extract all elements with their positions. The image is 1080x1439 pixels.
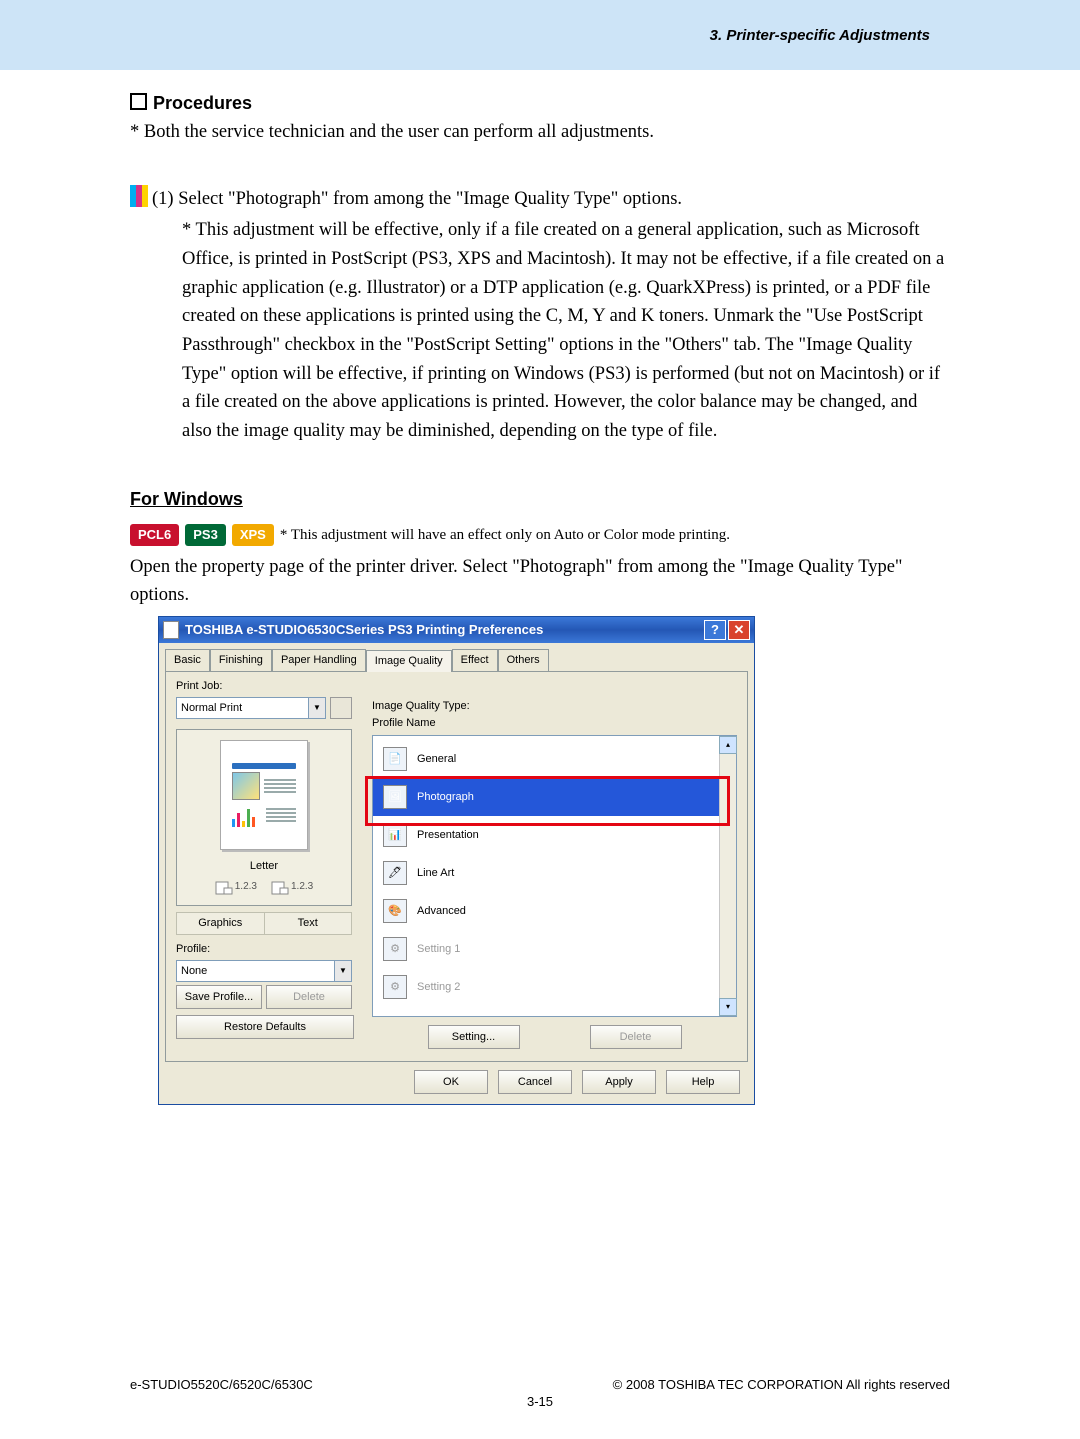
preview-document-icon (220, 740, 308, 850)
badge-pcl6: PCL6 (130, 524, 179, 546)
line-art-icon: 🖊 (383, 861, 407, 885)
scroll-down-icon[interactable]: ▾ (719, 998, 737, 1016)
dialog-titlebar: TOSHIBA e-STUDIO6530CSeries PS3 Printing… (159, 617, 754, 643)
step-1-note: * This adjustment will be effective, onl… (182, 216, 950, 445)
iq-item-presentation[interactable]: 📊Presentation (373, 816, 719, 854)
presentation-icon: 📊 (383, 823, 407, 847)
footer: e-STUDIO5520C/6520C/6530C © 2008 TOSHIBA… (0, 1377, 1080, 1409)
ok-button[interactable]: OK (414, 1070, 488, 1094)
tab-effect[interactable]: Effect (452, 649, 498, 671)
footer-copyright: © 2008 TOSHIBA TEC CORPORATION All right… (613, 1377, 950, 1392)
profile-name-label: Profile Name (372, 715, 737, 732)
chevron-down-icon[interactable]: ▼ (335, 960, 352, 982)
iq-type-label: Image Quality Type: (372, 698, 737, 715)
graphics-text-row: Graphics Text (176, 912, 352, 935)
tab-others[interactable]: Others (498, 649, 549, 671)
print-job-label: Print Job: (176, 678, 352, 695)
graphics-cell[interactable]: Graphics (177, 913, 265, 934)
procedures-heading: Procedures (130, 90, 950, 118)
preview-caption: Letter (250, 858, 278, 875)
footer-page: 3-15 (0, 1394, 1080, 1409)
general-icon: 📄 (383, 747, 407, 771)
print-job-settings-button[interactable] (330, 697, 352, 719)
step-1-row: (1) Select "Photograph" from among the "… (130, 185, 950, 214)
profile-label: Profile: (176, 941, 352, 958)
setting-icon: ⚙ (383, 937, 407, 961)
content: Procedures * Both the service technician… (0, 70, 1080, 1105)
profile-value: None (176, 960, 335, 982)
cmyk-flag-icon (130, 185, 148, 214)
print-job-combo[interactable]: Normal Print ▼ (176, 697, 352, 719)
tab-finishing[interactable]: Finishing (210, 649, 272, 671)
open-text: Open the property page of the printer dr… (130, 553, 950, 610)
printing-preferences-dialog: TOSHIBA e-STUDIO6530CSeries PS3 Printing… (158, 616, 755, 1105)
dialog-title-text: TOSHIBA e-STUDIO6530CSeries PS3 Printing… (185, 620, 702, 640)
iq-item-photograph[interactable]: 🖼Photograph (373, 778, 719, 816)
print-job-value: Normal Print (176, 697, 309, 719)
box-icon (130, 93, 147, 110)
badge-row: PCL6 PS3 XPS * This adjustment will have… (130, 524, 950, 547)
header-band: 3. Printer-specific Adjustments (0, 0, 1080, 70)
tab-image-quality[interactable]: Image Quality (366, 650, 452, 672)
restore-defaults-button[interactable]: Restore Defaults (176, 1015, 354, 1039)
profile-combo[interactable]: None ▼ (176, 960, 352, 982)
help-button[interactable]: Help (666, 1070, 740, 1094)
photograph-icon: 🖼 (383, 785, 407, 809)
setting-button[interactable]: Setting... (428, 1025, 520, 1049)
for-windows-heading: For Windows (130, 486, 950, 514)
tab-basic[interactable]: Basic (165, 649, 210, 671)
footer-model: e-STUDIO5520C/6520C/6530C (130, 1377, 313, 1392)
close-button[interactable]: ✕ (728, 620, 750, 640)
text-cell[interactable]: Text (265, 913, 352, 934)
badge-xps: XPS (232, 524, 274, 546)
iq-list[interactable]: 📄General 🖼Photograph 📊Presentation 🖊Line… (372, 735, 737, 1017)
preview-pane: Letter 1.2.3 1.2.3 (176, 729, 352, 906)
cancel-button[interactable]: Cancel (498, 1070, 572, 1094)
save-profile-button[interactable]: Save Profile... (176, 985, 262, 1009)
badge-ps3: PS3 (185, 524, 226, 546)
badge-note: * This adjustment will have an effect on… (280, 524, 730, 547)
setting-icon: ⚙ (383, 975, 407, 999)
iq-item-line-art[interactable]: 🖊Line Art (373, 854, 719, 892)
scrollbar[interactable]: ▴ ▾ (719, 736, 736, 1016)
delete-profile-button[interactable]: Delete (266, 985, 352, 1009)
tab-strip: Basic Finishing Paper Handling Image Qua… (159, 643, 754, 671)
help-titlebar-button[interactable]: ? (704, 620, 726, 640)
tab-panel: Print Job: Normal Print ▼ (165, 671, 748, 1062)
iq-item-advanced[interactable]: 🎨Advanced (373, 892, 719, 930)
delete-iq-button[interactable]: Delete (590, 1025, 682, 1049)
orientation-icons: 1.2.3 1.2.3 (215, 879, 314, 895)
iq-item-setting1[interactable]: ⚙Setting 1 (373, 930, 719, 968)
section-title: 3. Printer-specific Adjustments (710, 27, 930, 44)
iq-item-general[interactable]: 📄General (373, 740, 719, 778)
iq-item-setting2[interactable]: ⚙Setting 2 (373, 968, 719, 1006)
right-column: Image Quality Type: Profile Name 📄Genera… (352, 678, 737, 1049)
page: 3. Printer-specific Adjustments Procedur… (0, 0, 1080, 1439)
apply-button[interactable]: Apply (582, 1070, 656, 1094)
chevron-down-icon[interactable]: ▼ (309, 697, 326, 719)
step-1-text: (1) Select "Photograph" from among the "… (152, 185, 950, 214)
dialog-button-row: OK Cancel Apply Help (159, 1070, 754, 1104)
printer-icon (163, 621, 179, 639)
left-column: Print Job: Normal Print ▼ (176, 678, 352, 1049)
tab-paper-handling[interactable]: Paper Handling (272, 649, 366, 671)
scroll-up-icon[interactable]: ▴ (719, 736, 737, 754)
proc-note: * Both the service technician and the us… (130, 118, 950, 147)
advanced-icon: 🎨 (383, 899, 407, 923)
